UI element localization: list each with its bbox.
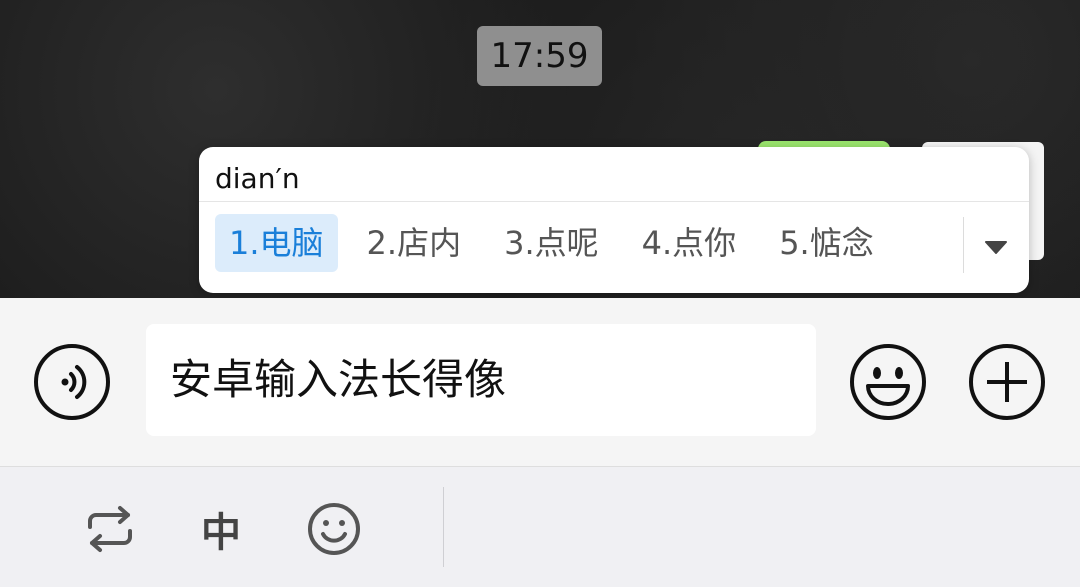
ime-composition-text: dian′n: [215, 162, 300, 195]
keyboard-toolbar: 中: [0, 467, 1080, 587]
ime-candidate-1[interactable]: 1.电脑: [215, 214, 338, 272]
language-toggle[interactable]: 中: [191, 499, 251, 559]
ime-separator: [963, 217, 964, 273]
ime-divider: [199, 201, 1029, 202]
switch-icon[interactable]: [80, 499, 140, 559]
ime-candidate-list: 1.电脑 2.店内 3.点呢 4.点你 5.惦念: [215, 213, 903, 273]
message-input[interactable]: 安卓输入法长得像: [146, 324, 816, 436]
ime-candidate-4[interactable]: 4.点你: [628, 214, 751, 272]
plus-icon[interactable]: [967, 342, 1047, 422]
ime-candidate-5[interactable]: 5.惦念: [765, 214, 888, 272]
voice-icon[interactable]: [32, 342, 112, 422]
message-timestamp: 17:59: [477, 26, 602, 86]
emoji-icon[interactable]: [848, 342, 928, 422]
ime-candidate-popup: dian′n 1.电脑 2.店内 3.点呢 4.点你 5.惦念: [199, 147, 1029, 293]
ime-candidate-2[interactable]: 2.店内: [353, 214, 476, 272]
toolbar-separator: [443, 487, 444, 567]
ime-candidate-3[interactable]: 3.点呢: [490, 214, 613, 272]
triangle-down-icon[interactable]: [981, 227, 1011, 267]
smiley-icon[interactable]: [304, 499, 364, 559]
chat-input-bar: 安卓输入法长得像: [0, 298, 1080, 466]
